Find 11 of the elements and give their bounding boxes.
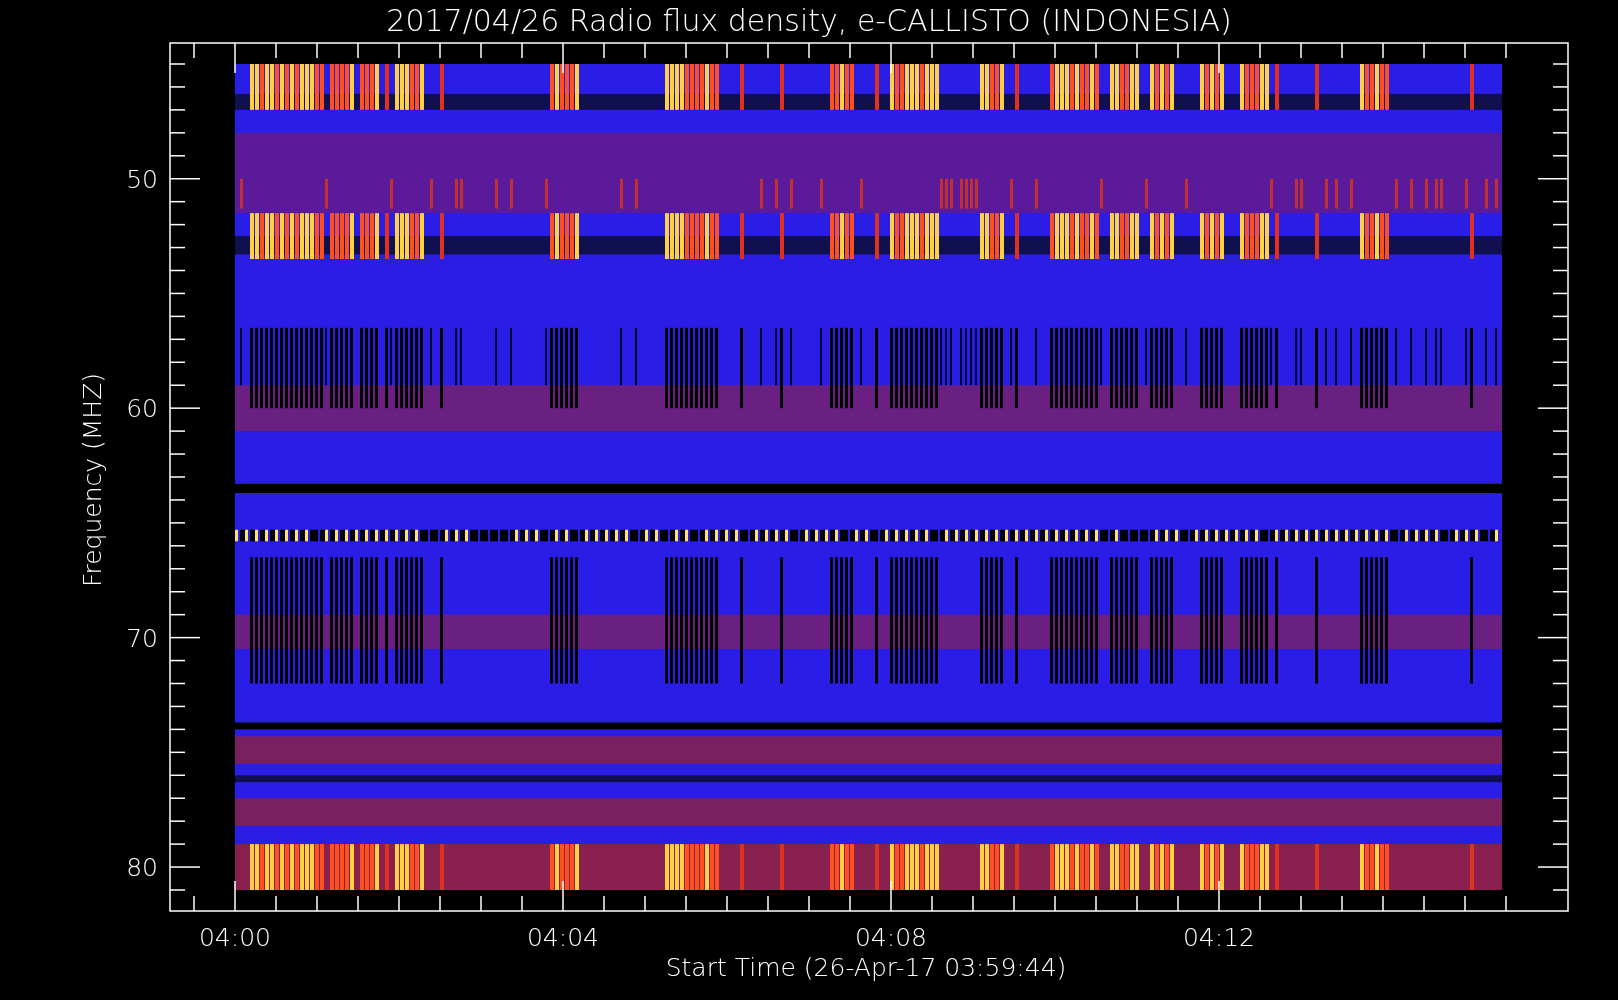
- chart-title: 2017/04/26 Radio flux density, e-CALLISTO (INDONESIA): [386, 3, 1232, 38]
- x-tick-label: 04:12: [1183, 923, 1255, 952]
- y-tick-label: 60: [126, 394, 158, 424]
- y-tick-label: 80: [126, 853, 158, 883]
- x-tick-label: 04:08: [855, 923, 927, 952]
- x-axis-label: Start Time (26-Apr-17 03:59:44): [665, 953, 1067, 982]
- y-tick-label: 70: [126, 623, 158, 653]
- y-tick-label: 50: [126, 164, 158, 194]
- x-tick-label: 04:04: [527, 923, 599, 952]
- x-tick-label: 04:00: [199, 923, 271, 952]
- y-axis-label: Frequency (MHZ): [78, 372, 107, 588]
